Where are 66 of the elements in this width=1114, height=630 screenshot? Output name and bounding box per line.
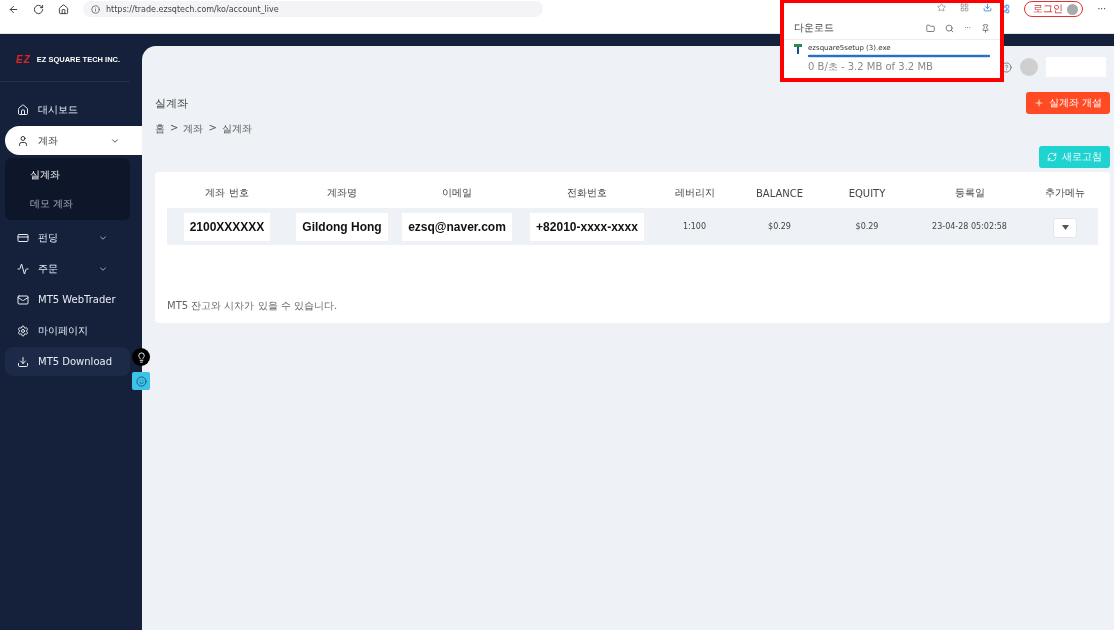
menu-button[interactable]: ···	[1097, 4, 1106, 14]
help-icon[interactable]	[1001, 61, 1012, 73]
sidebar-icon	[17, 103, 29, 116]
avatar-icon	[1067, 3, 1079, 15]
submenu-item[interactable]: 실계좌	[5, 160, 130, 189]
sidebar-item[interactable]: 주문	[5, 254, 130, 283]
column-header: 레버리지	[673, 186, 716, 200]
column-header: EQUITY	[847, 187, 887, 201]
home-icon[interactable]	[58, 3, 69, 15]
table-cell: Gildong Hong	[296, 212, 388, 241]
collections-icon[interactable]	[960, 3, 969, 12]
column-header: 등록일	[953, 186, 986, 200]
submenu-item[interactable]: 데모 계좌	[5, 189, 130, 218]
sidebar-item[interactable]: MT5 Download	[5, 347, 130, 376]
table-cell: 2100XXXXXX	[183, 212, 271, 241]
panel-title: 다운로드	[794, 21, 835, 35]
refresh-icon	[1047, 152, 1057, 162]
sidebar-icon	[17, 134, 29, 147]
download-status: 0 B/초 - 3.2 MB of 3.2 MB	[808, 60, 934, 74]
installer-icon	[794, 44, 802, 54]
plus-icon	[1033, 98, 1044, 108]
sidebar-item[interactable]: MT5 WebTrader	[5, 285, 130, 314]
logo: EZ	[16, 54, 31, 65]
favorite-icon[interactable]	[937, 3, 946, 12]
column-header: 계좌 번호	[204, 186, 250, 200]
table-cell-text: $0.29	[767, 222, 792, 231]
chat-widget-icon[interactable]	[132, 372, 150, 390]
sidebar-icon	[17, 262, 29, 275]
table-cell: +82010-xxxx-xxxx	[530, 212, 644, 241]
breadcrumb-link[interactable]: 홈	[155, 122, 165, 136]
pin-icon[interactable]	[981, 23, 990, 33]
column-header: 계좌명	[326, 186, 358, 200]
download-icon[interactable]	[983, 3, 992, 12]
column-header: 이메일	[441, 186, 473, 200]
back-icon[interactable]	[8, 3, 19, 15]
note-text: MT5 잔고와 시차가 있을 수 있습니다.	[167, 299, 339, 313]
breadcrumb-link[interactable]: 계좌	[183, 122, 204, 136]
column-header: BALANCE	[754, 187, 805, 201]
address-bar[interactable]: https://trade.ezsqtech.com/ko/account_live	[83, 1, 543, 17]
sidebar-icon	[17, 231, 29, 244]
search-icon[interactable]	[945, 23, 955, 33]
lightbulb-icon[interactable]	[132, 348, 150, 366]
table-cell: ezsq@naver.com	[402, 212, 512, 241]
table-cell-text: 23-04-28 05:02:58	[931, 222, 1008, 231]
breadcrumb-separator: >	[208, 122, 217, 135]
column-header: 전화번호	[566, 186, 608, 200]
sidebar-item[interactable]: 계좌	[5, 126, 142, 155]
folder-icon[interactable]	[926, 23, 936, 33]
breadcrumb-separator: >	[170, 122, 179, 135]
sidebar-item[interactable]: 마이페이지	[5, 316, 130, 345]
breadcrumb-link[interactable]: 실계좌	[221, 122, 252, 136]
column-header: 추가메뉴	[1044, 186, 1086, 200]
table-cell-text: $0.29	[854, 222, 880, 231]
sidebar-icon	[17, 324, 29, 337]
site-info-icon[interactable]	[91, 4, 100, 14]
url-text: https://trade.ezsqtech.com/ko/account_live	[106, 4, 279, 14]
sidebar-item[interactable]: 대시보드	[5, 95, 130, 124]
sidebar-item[interactable]: 펀딩	[5, 223, 130, 252]
page-title: 실계좌	[155, 95, 188, 111]
reload-icon[interactable]	[33, 3, 44, 15]
table-cell-text: 1:100	[681, 222, 708, 231]
login-button[interactable]: 로그인	[1024, 1, 1084, 17]
caret-icon	[1061, 225, 1069, 231]
sidebar-icon	[17, 355, 29, 368]
more-menu-button[interactable]	[1053, 217, 1077, 238]
sidebar-icon	[17, 293, 29, 306]
